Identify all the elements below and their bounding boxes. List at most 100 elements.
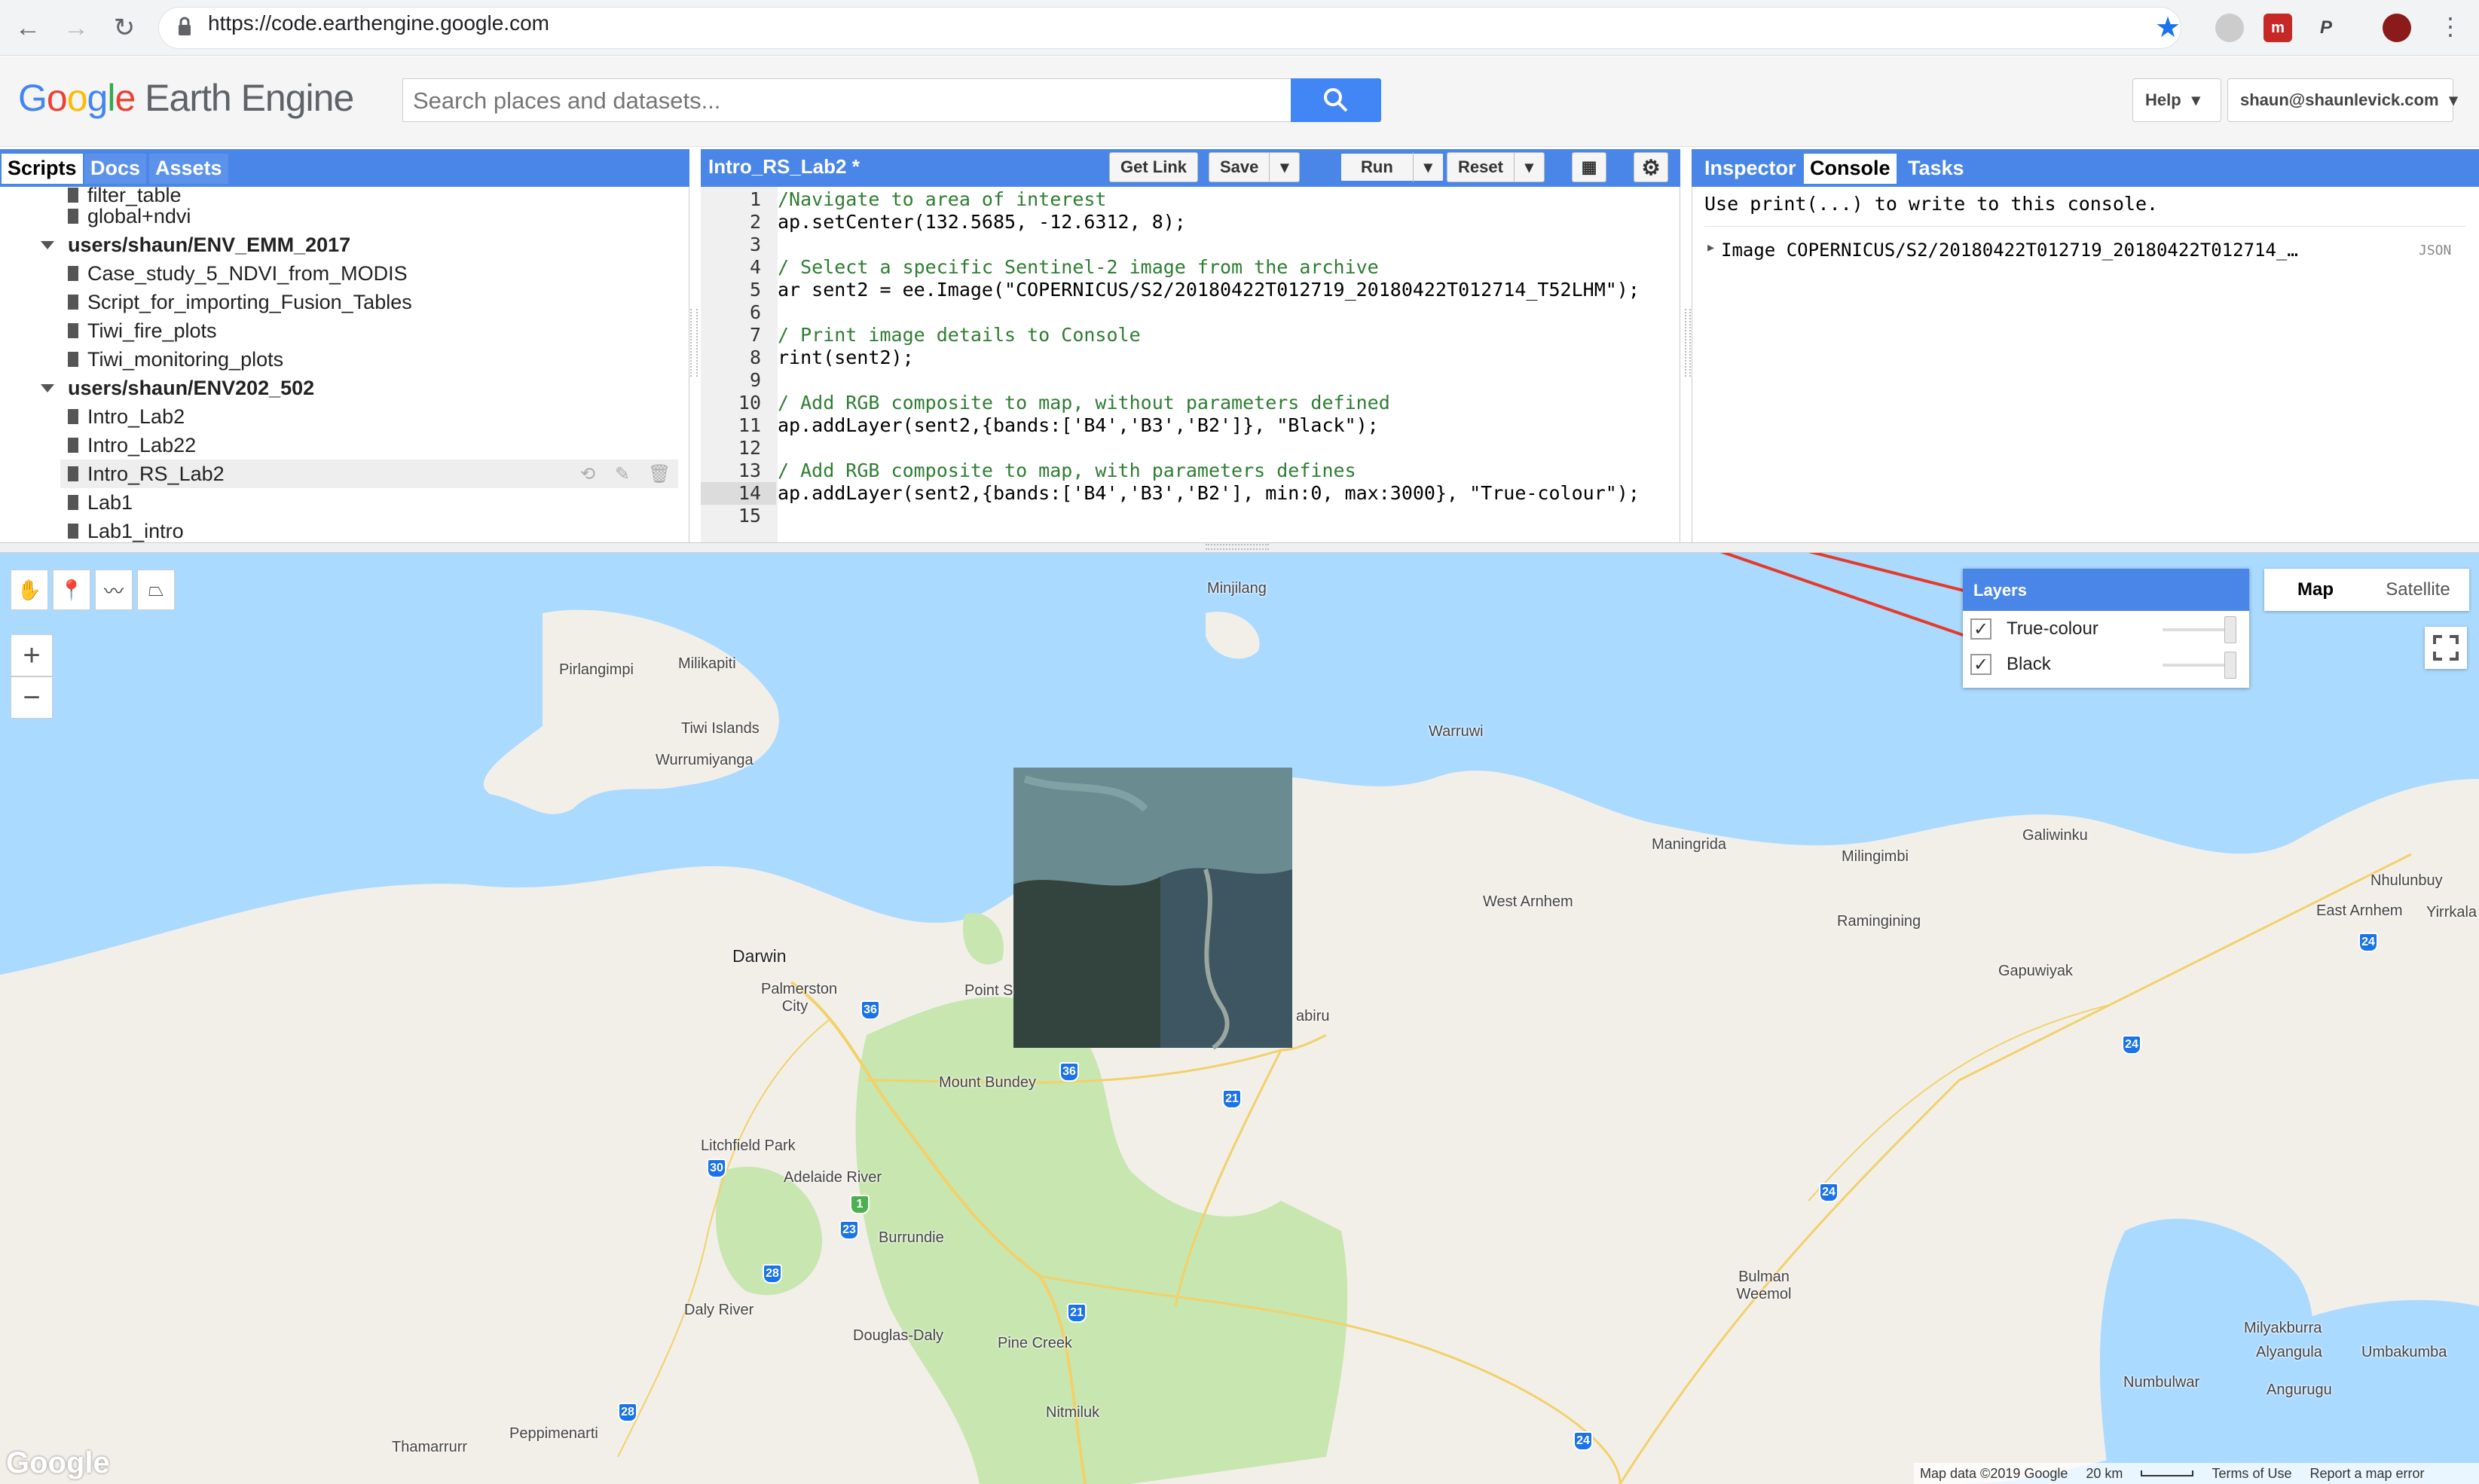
tab-assets[interactable]: Assets [149,154,228,184]
pan-hand-icon[interactable]: ✋ [11,569,48,610]
map-label: Douglas-Daly [853,1327,944,1344]
file-icon [68,266,78,281]
account-button[interactable]: shaun@shaunlevick.com ▾ [2227,78,2458,122]
code-line[interactable]: / Select a specific Sentinel-2 image fro… [778,256,1379,278]
vertical-resize-handle[interactable] [1685,309,1691,377]
line-draw-icon[interactable]: 〰 [95,569,133,610]
line-number: 11 [738,414,761,436]
tree-label: users/shaun/ENV_EMM_2017 [68,233,351,256]
code-line[interactable]: ap.addLayer(sent2,{bands:['B4','B3','B2'… [778,482,1640,504]
tree-file[interactable]: Tiwi_fire_plots [68,316,217,345]
apps-grid-icon[interactable]: ▦ [1572,152,1606,182]
marker-icon[interactable]: 📍 [53,569,90,610]
tab-inspector[interactable]: Inspector [1698,154,1802,184]
google-map-logo: Google [6,1446,110,1479]
code-line[interactable]: rint(sent2); [778,347,914,368]
tree-file[interactable]: Intro_Lab2 [68,402,185,431]
opacity-slider-knob[interactable] [2224,616,2236,643]
code-line[interactable]: ap.addLayer(sent2,{bands:['B4','B3','B2'… [778,414,1379,436]
tree-file[interactable]: Lab1_intro [68,517,184,542]
account-label: shaun@shaunlevick.com [2240,90,2439,109]
earth-engine-logo[interactable]: Google Earth Engine [18,76,354,120]
code-line[interactable]: / Add RGB composite to map, with paramet… [778,460,1356,481]
map-type-map[interactable]: Map [2264,569,2367,611]
json-tag[interactable]: JSON [2419,243,2451,258]
layer-checkbox[interactable]: ✓ [1970,618,1991,640]
splitter-grip[interactable] [1206,544,1269,550]
tree-file[interactable]: Script_for_importing_Fusion_Tables [68,288,412,316]
tab-tasks[interactable]: Tasks [1902,154,1970,184]
reset-button[interactable]: Reset ▾ [1447,152,1545,182]
tree-file[interactable]: Lab1 [68,488,133,517]
tree-file[interactable]: Tiwi_monitoring_plots [68,345,283,374]
extension-m-icon[interactable]: m [2264,14,2292,42]
code-line[interactable]: / Add RGB composite to map, without para… [778,392,1390,414]
extension-p-icon[interactable]: P [2312,14,2340,42]
map-label-city: Darwin [732,946,787,966]
url-text[interactable]: https://code.earthengine.google.com [208,11,549,35]
profile-avatar[interactable] [2383,14,2411,42]
edit-icon[interactable]: ✎ [615,463,630,485]
map-type-satellite[interactable]: Satellite [2367,569,2469,611]
map-canvas[interactable] [0,553,2479,1484]
opacity-slider-knob[interactable] [2224,652,2236,679]
gear-icon[interactable]: ⚙ [1634,152,1668,182]
divider [1412,152,1414,182]
chevron-down-icon: ▾ [2449,90,2458,109]
map-label: Point S [964,982,1013,999]
search-button[interactable] [1291,78,1381,122]
delete-icon[interactable]: 🗑 [648,463,671,485]
line-number: 5 [749,279,761,301]
fullscreen-icon [2433,635,2459,661]
zoom-out-button[interactable]: − [11,676,53,719]
opacity-slider-track[interactable] [2163,664,2230,667]
back-icon[interactable]: ← [11,11,45,45]
tree-file[interactable]: global+ndvi [68,202,191,231]
reload-icon[interactable]: ↻ [107,11,142,45]
code-line[interactable]: ap.setCenter(132.5685, -12.6312, 8); [778,211,1186,233]
extension-circle-icon[interactable] [2215,14,2244,42]
get-link-button[interactable]: Get Link [1109,152,1199,182]
tab-console[interactable]: Console [1804,154,1897,184]
forward-icon[interactable]: → [59,11,93,45]
fullscreen-button[interactable] [2425,627,2467,669]
map-label: Maningrida [1652,836,1726,853]
bookmark-star-icon[interactable]: ★ [2155,11,2181,44]
map-label: Galiwinku [2022,827,2088,844]
tab-docs[interactable]: Docs [84,154,147,184]
tree-folder[interactable]: users/shaun/ENV202_502 [41,374,314,402]
code-line[interactable]: ar sent2 = ee.Image("COPERNICUS/S2/20180… [778,279,1640,301]
code-line[interactable]: / Print image details to Console [778,324,1141,346]
vertical-resize-handle[interactable] [690,309,698,377]
history-icon[interactable]: ⟲ [580,463,595,485]
chevron-down-icon[interactable]: ▾ [1424,157,1432,177]
map-type-control: Map Satellite [2264,569,2469,611]
map-label: Burrundie [879,1229,944,1246]
console-entry[interactable]: Image COPERNICUS/S2/20180422T012719_2018… [1721,240,2298,261]
tree-file[interactable]: Case_study_5_NDVI_from_MODIS [68,259,408,288]
layer-checkbox[interactable]: ✓ [1970,654,1991,675]
chevron-down-icon[interactable]: ▾ [1525,157,1533,177]
map-label: Alyangula [2256,1344,2322,1360]
run-button[interactable]: Run ▾ [1340,152,1444,182]
line-number: 2 [749,211,761,233]
tab-scripts[interactable]: Scripts [2,154,83,184]
opacity-slider-track[interactable] [2163,628,2230,631]
chevron-down-icon[interactable]: ▾ [1280,157,1288,177]
help-button[interactable]: Help ▾ [2132,78,2221,122]
tree-file-selected[interactable]: Intro_RS_Lab2 ⟲ ✎ 🗑 [60,460,678,488]
save-button[interactable]: Save ▾ [1209,152,1301,182]
report-error-link[interactable]: Report a map error [2309,1466,2424,1482]
polygon-draw-icon[interactable]: ⏢ [137,569,175,610]
layer-row[interactable]: ✓ Black [1970,649,2051,679]
code-line[interactable]: /Navigate to area of interest [778,188,1107,210]
zoom-in-button[interactable]: + [11,634,53,676]
tree-file[interactable]: Intro_Lab22 [68,431,196,460]
browser-menu-icon[interactable]: ⋮ [2438,12,2462,41]
tree-folder[interactable]: users/shaun/ENV_EMM_2017 [41,231,350,259]
road-shield: 1 [850,1195,870,1214]
terms-link[interactable]: Terms of Use [2212,1466,2291,1482]
layer-row[interactable]: ✓ True-colour [1970,614,2098,644]
expand-arrow-icon[interactable]: ▸ [1707,240,1714,255]
tree-label: Lab1 [87,490,133,514]
